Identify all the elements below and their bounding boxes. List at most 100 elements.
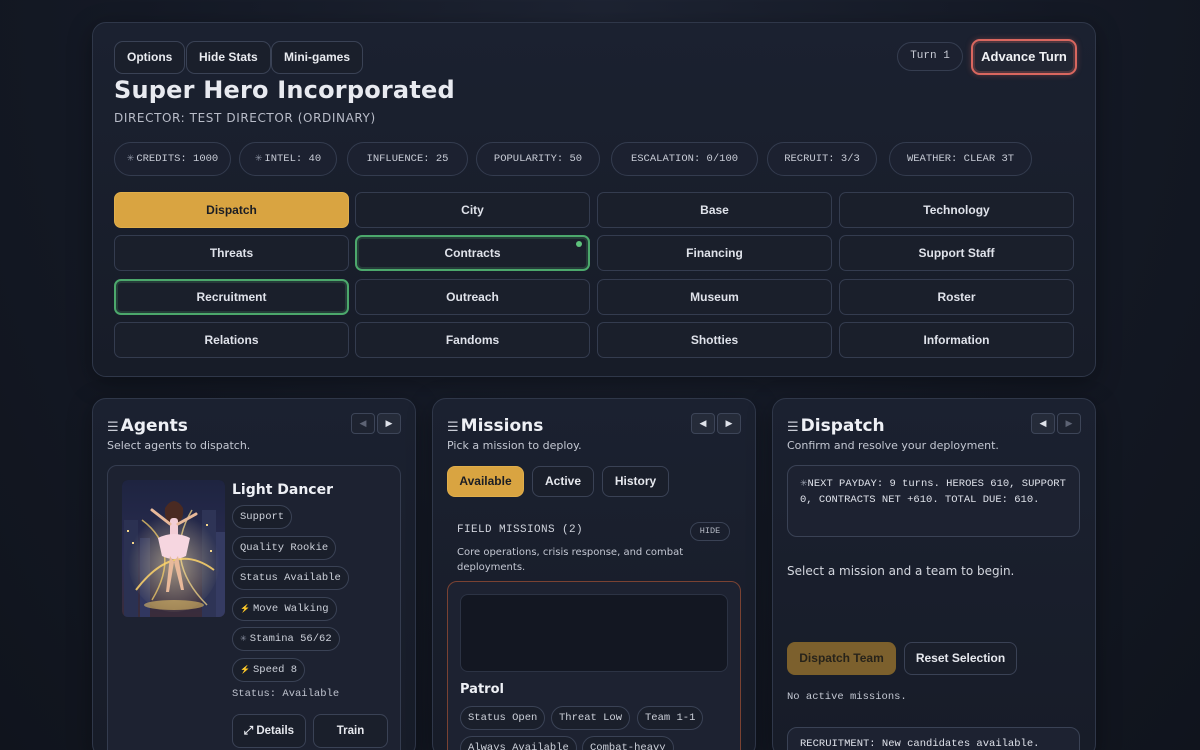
agent-tag-quality: Quality Rookie [232,536,337,560]
recruitment-notice: RECRUITMENT: New candidates available. [787,727,1080,750]
stat-intel: ✳ INTEL: 40 [239,142,337,176]
stat-credits-label: CREDITS: 1000 [136,153,219,165]
nav-financing[interactable]: Financing [597,235,832,271]
next-arrow-icon[interactable]: ▶ [717,413,741,434]
agent-portrait [122,480,225,617]
stat-influence-label: INFLUENCE: 25 [366,153,449,165]
missions-panel-title: ☰ Missions [447,416,543,436]
nav-contracts-label: Contracts [444,246,501,260]
agent-tag-role: Support [232,505,293,529]
turn-indicator: Turn 1 [897,42,963,71]
missions-title-text: Missions [460,416,544,436]
hide-stats-button[interactable]: Hide Stats [186,41,271,74]
stat-intel-label: INTEL: 40 [264,153,322,165]
mission-image-placeholder [460,594,728,672]
nav-shotties[interactable]: Shotties [597,322,832,358]
drag-handle-icon[interactable]: ☰ [787,420,799,435]
no-active-missions-text: No active missions. [787,691,907,703]
stat-influence: INFLUENCE: 25 [347,142,468,176]
hide-section-button[interactable]: HIDE [690,522,730,541]
stat-weather: WEATHER: CLEAR 3T [889,142,1032,176]
agents-panel-title: ☰ Agents [107,416,188,436]
mission-card[interactable]: Patrol Status Open Threat Low Team 1-1 A… [447,581,741,750]
mission-tag-status: Status Open [460,706,546,730]
nav-roster[interactable]: Roster [839,279,1074,315]
missions-panel: ☰ Missions Pick a mission to deploy. ◀ ▶ … [432,398,756,750]
mission-tag-team: Team 1-1 [637,706,704,730]
stat-popularity-label: POPULARITY: 50 [493,153,583,165]
minigames-button[interactable]: Mini-games [271,41,364,74]
prev-arrow-icon[interactable]: ◀ [1031,413,1055,434]
nav-information[interactable]: Information [839,322,1074,358]
stamina-icon: ✳ [240,635,247,644]
dispatch-panel: ☰ Dispatch Confirm and resolve your deplo… [772,398,1096,750]
nav-support-staff[interactable]: Support Staff [839,235,1074,271]
nav-outreach[interactable]: Outreach [355,279,590,315]
header-panel: Options Hide Stats Mini-games Turn 1 Adv… [92,22,1096,377]
tab-available[interactable]: Available [447,466,524,497]
nav-city[interactable]: City [355,192,590,228]
nav-dispatch[interactable]: Dispatch [114,192,349,228]
dispatch-hint: Select a mission and a team to begin. [787,564,1015,578]
intel-icon: ✳ [254,154,263,164]
nav-fandoms[interactable]: Fandoms [355,322,590,358]
agent-tag-status: Status Available [232,566,349,590]
mission-tag-threat: Threat Low [551,706,631,730]
stat-recruit: RECRUIT: 3/3 [767,142,877,176]
nav-relations[interactable]: Relations [114,322,349,358]
agent-details-button[interactable]: ⤢ Details [232,714,306,748]
nav-museum[interactable]: Museum [597,279,832,315]
dispatch-panel-subtitle: Confirm and resolve your deployment. [787,439,999,452]
nav-recruitment[interactable]: Recruitment [114,279,349,315]
payday-icon: ✳ [800,479,808,489]
next-arrow-icon[interactable]: ▶ [1057,413,1081,434]
drag-handle-icon[interactable]: ☰ [447,420,459,435]
missions-panel-subtitle: Pick a mission to deploy. [447,439,582,452]
field-missions-label: FIELD MISSIONS (2) [457,524,584,536]
nav-contracts[interactable]: Contracts [355,235,590,271]
stat-escalation: ESCALATION: 0/100 [611,142,758,176]
field-missions-description: Core operations, crisis response, and co… [457,547,684,573]
agents-title-text: Agents [120,416,188,436]
advance-turn-button[interactable]: Advance Turn [971,39,1077,75]
agent-speed-text: Speed 8 [252,664,298,676]
nav-technology[interactable]: Technology [839,192,1074,228]
agent-tag-move: ⚡ Move Walking [232,597,337,621]
page-title: Super Hero Incorporated [114,76,455,104]
agent-train-button[interactable]: Train [313,714,388,748]
mission-tag-availability: Always Available [460,736,577,750]
tab-active[interactable]: Active [532,466,594,497]
dispatch-panel-title: ☰ Dispatch [787,416,885,436]
details-label: Details [256,725,295,737]
agents-panel: ☰Agents Select agents to dispatch. ◀ ▶ [92,398,416,750]
director-label: DIRECTOR: TEST DIRECTOR (ORDINARY) [114,111,376,125]
reset-selection-button[interactable]: Reset Selection [904,642,1017,675]
notification-dot-icon [576,241,582,247]
stat-credits: ✳ CREDITS: 1000 [114,142,231,176]
agent-tag-stamina: ✳ Stamina 56/62 [232,627,340,651]
drag-handle-icon[interactable]: ☰ [107,420,119,435]
prev-arrow-icon[interactable]: ◀ [691,413,715,434]
payday-text: NEXT PAYDAY: 9 turns. HEROES 610, SUPPOR… [800,478,1066,506]
tab-history[interactable]: History [602,466,669,497]
speed-icon: ⚡ [240,666,250,675]
mission-tag-type: Combat-heavy [582,736,674,750]
credits-icon: ✳ [126,154,135,164]
dispatch-team-button[interactable]: Dispatch Team [787,642,896,675]
mission-name: Patrol [460,682,504,697]
options-button[interactable]: Options [114,41,186,74]
nav-base[interactable]: Base [597,192,832,228]
stat-recruit-label: RECRUIT: 3/3 [784,153,860,165]
expand-icon: ⤢ [243,725,254,737]
agent-move-text: Move Walking [252,603,329,615]
agents-panel-subtitle: Select agents to dispatch. [107,439,251,452]
agent-card[interactable]: Light Dancer Support Quality Rookie Stat… [107,465,401,750]
payday-notice: ✳NEXT PAYDAY: 9 turns. HEROES 610, SUPPO… [787,465,1080,537]
agent-name: Light Dancer [232,482,334,498]
stat-weather-label: WEATHER: CLEAR 3T [906,153,1015,165]
agent-stamina-text: Stamina 56/62 [249,633,332,645]
next-arrow-icon[interactable]: ▶ [377,413,401,434]
nav-threats[interactable]: Threats [114,235,349,271]
stat-popularity: POPULARITY: 50 [476,142,600,176]
prev-arrow-icon[interactable]: ◀ [351,413,375,434]
